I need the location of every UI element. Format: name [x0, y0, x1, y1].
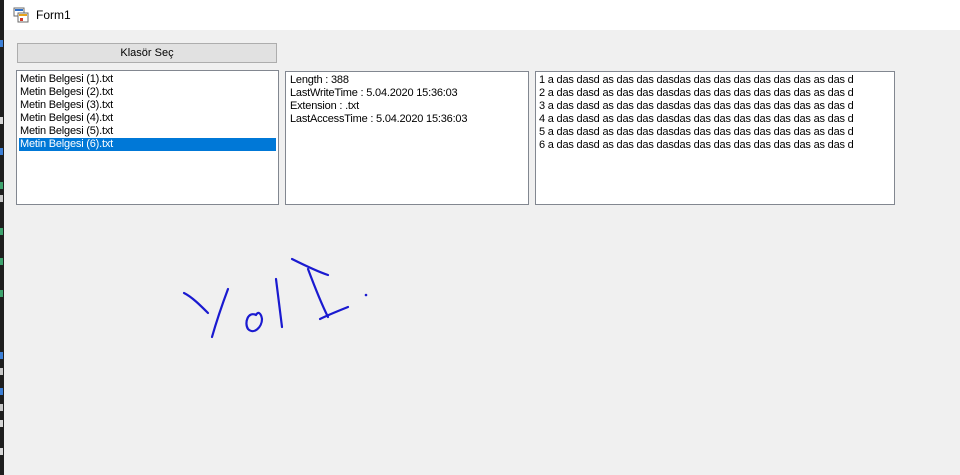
handwritten-annotation	[182, 257, 368, 339]
file-length-line: Length : 388	[290, 74, 349, 86]
file-info-textbox[interactable]: Length : 388 LastWriteTime : 5.04.2020 1…	[285, 71, 529, 205]
content-line: 2 a das dasd as das das dasdas das das d…	[539, 87, 854, 99]
extension-line: Extension : .txt	[290, 100, 359, 112]
select-folder-button[interactable]: Klasör Seç	[17, 43, 277, 63]
list-item[interactable]: Metin Belgesi (2).txt	[19, 86, 276, 99]
list-item[interactable]: Metin Belgesi (3).txt	[19, 99, 276, 112]
background-editor-edge	[0, 0, 4, 475]
last-write-time-line: LastWriteTime : 5.04.2020 15:36:03	[290, 87, 458, 99]
title-bar[interactable]: Form1	[4, 0, 960, 30]
list-item[interactable]: Metin Belgesi (5).txt	[19, 125, 276, 138]
content-line: 4 a das dasd as das das dasdas das das d…	[539, 113, 854, 125]
content-line: 5 a das dasd as das das dasdas das das d…	[539, 126, 854, 138]
file-listbox[interactable]: Metin Belgesi (1).txt Metin Belgesi (2).…	[16, 70, 279, 205]
last-access-time-line: LastAccessTime : 5.04.2020 15:36:03	[290, 113, 468, 125]
content-line: 6 a das dasd as das das dasdas das das d…	[539, 139, 854, 151]
file-content-textbox[interactable]: 1 a das dasd as das das dasdas das das d…	[535, 71, 895, 205]
list-item[interactable]: Metin Belgesi (4).txt	[19, 112, 276, 125]
list-item-selected[interactable]: Metin Belgesi (6).txt	[19, 138, 276, 151]
app-form-icon	[13, 7, 29, 23]
content-line: 1 a das dasd as das das dasdas das das d…	[539, 74, 854, 86]
window-title: Form1	[36, 8, 71, 22]
list-item[interactable]: Metin Belgesi (1).txt	[19, 73, 276, 86]
content-line: 3 a das dasd as das das dasdas das das d…	[539, 100, 854, 112]
